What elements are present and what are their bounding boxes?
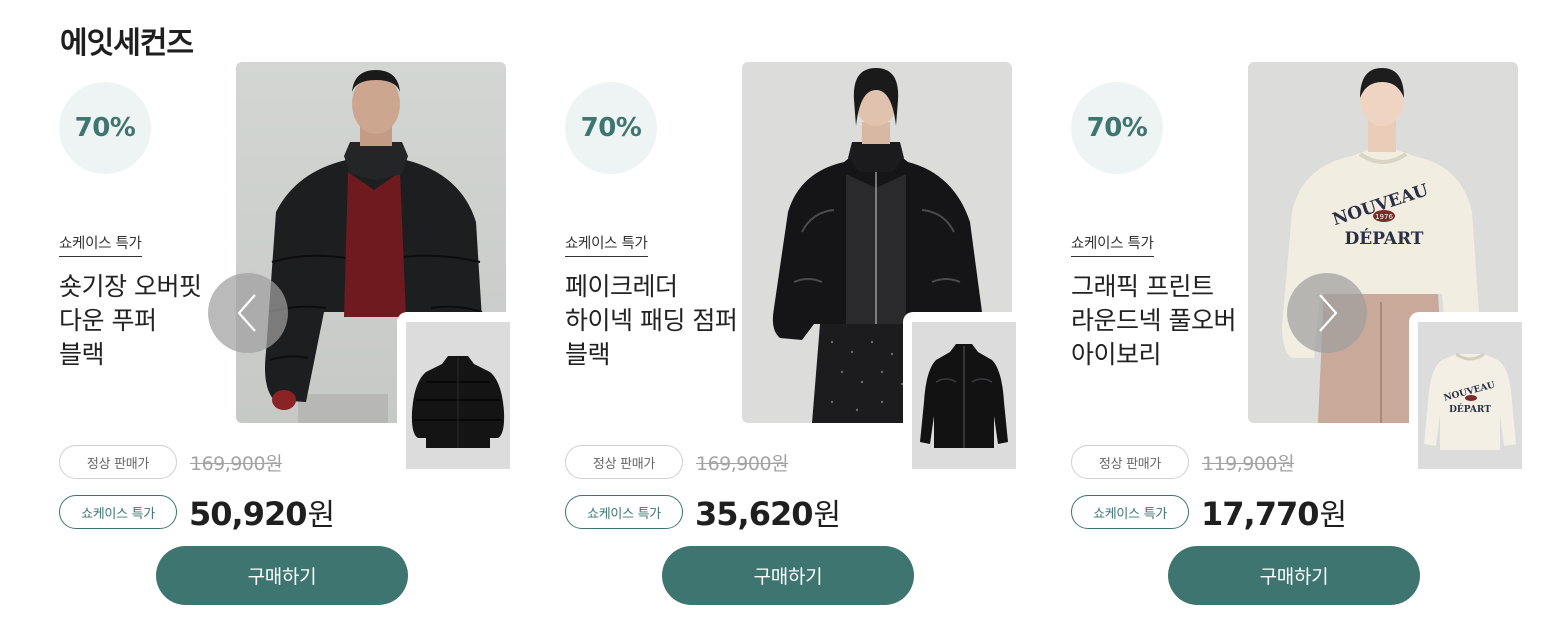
product-card: 70% xyxy=(59,62,529,622)
sale-price-value: 35,620 xyxy=(695,495,813,533)
product-name[interactable]: 페이크레더 하이넥 패딩 점퍼 블랙 xyxy=(565,270,775,372)
product-name-line: 블랙 xyxy=(565,340,611,369)
sale-price-label: 쇼케이스 특가 xyxy=(1071,495,1189,529)
sale-price: 50,920원 xyxy=(189,490,335,534)
product-card: 70% xyxy=(565,62,1035,622)
sale-price: 17,770원 xyxy=(1201,490,1347,534)
discount-badge: 70% xyxy=(59,82,151,174)
regular-price-row: 정상 판매가 169,900원 xyxy=(59,445,283,479)
sale-price-unit: 원 xyxy=(307,498,335,533)
regular-price-label: 정상 판매가 xyxy=(1071,445,1189,479)
product-name-line: 페이크레더 xyxy=(565,272,678,301)
sale-price: 35,620원 xyxy=(695,490,841,534)
sale-price-unit: 원 xyxy=(813,498,841,533)
regular-price: 169,900원 xyxy=(696,452,789,475)
regular-price-row: 정상 판매가 169,900원 xyxy=(565,445,789,479)
product-name-line: 그래픽 프린트 xyxy=(1071,272,1214,301)
print-text-bottom: DÉPART xyxy=(1345,228,1424,249)
carousel-next-button[interactable] xyxy=(1287,273,1367,353)
sale-price-value: 17,770 xyxy=(1201,495,1319,533)
sale-price-row: 쇼케이스 특가 17,770원 xyxy=(1071,490,1347,534)
product-thumbnail[interactable]: NOUVEAU DÉPART xyxy=(1409,312,1530,473)
chevron-left-icon xyxy=(237,294,256,332)
print-text-bottom: DÉPART xyxy=(1449,403,1491,415)
sale-price-label: 쇼케이스 특가 xyxy=(565,495,683,529)
product-name-line: 하이넥 패딩 점퍼 xyxy=(565,306,738,335)
regular-price-label: 정상 판매가 xyxy=(59,445,177,479)
event-label: 쇼케이스 특가 xyxy=(565,232,648,257)
regular-price-row: 정상 판매가 119,900원 xyxy=(1071,445,1295,479)
sale-price-row: 쇼케이스 특가 35,620원 xyxy=(565,490,841,534)
buy-button[interactable]: 구매하기 xyxy=(662,546,914,605)
buy-button[interactable]: 구매하기 xyxy=(1168,546,1420,605)
product-name-line: 아이보리 xyxy=(1071,340,1162,369)
event-label: 쇼케이스 특가 xyxy=(1071,232,1154,257)
buy-button[interactable]: 구매하기 xyxy=(156,546,408,605)
sale-price-value: 50,920 xyxy=(189,495,307,533)
carousel-prev-button[interactable] xyxy=(208,273,288,353)
sale-price-unit: 원 xyxy=(1319,498,1347,533)
product-thumbnail[interactable] xyxy=(903,312,1024,473)
chevron-right-icon xyxy=(1319,294,1338,332)
regular-price: 119,900원 xyxy=(1202,452,1295,475)
brand-title: 에잇세컨즈 xyxy=(60,26,194,61)
event-label: 쇼케이스 특가 xyxy=(59,232,142,257)
sale-price-label: 쇼케이스 특가 xyxy=(59,495,177,529)
product-thumbnail[interactable] xyxy=(397,312,518,473)
product-name-line: 라운드넥 풀오버 xyxy=(1071,306,1236,335)
discount-badge: 70% xyxy=(1071,82,1163,174)
print-text-year: 1976 xyxy=(1375,213,1393,221)
discount-badge: 70% xyxy=(565,82,657,174)
regular-price-label: 정상 판매가 xyxy=(565,445,683,479)
sale-price-row: 쇼케이스 특가 50,920원 xyxy=(59,490,335,534)
regular-price: 169,900원 xyxy=(190,452,283,475)
product-name[interactable]: 그래픽 프린트 라운드넥 풀오버 아이보리 xyxy=(1071,270,1281,372)
